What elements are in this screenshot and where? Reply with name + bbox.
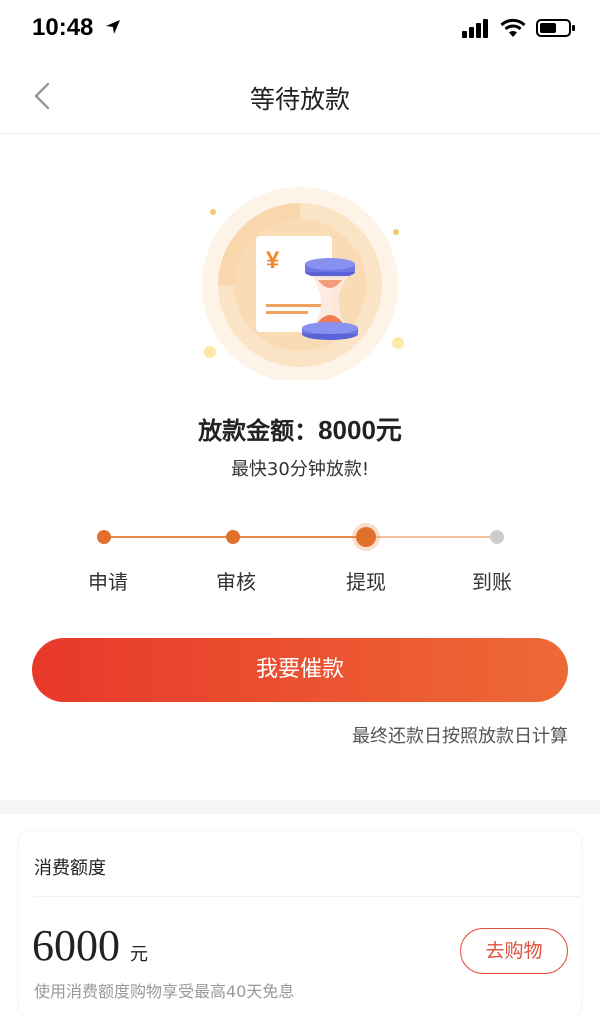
step-dot-review	[226, 530, 240, 544]
yen-icon: ¥	[266, 247, 280, 274]
signal-icon	[462, 19, 488, 38]
step-label-arrive: 到账	[472, 570, 512, 594]
step-label-apply: 申请	[88, 570, 128, 594]
progress-line-todo	[366, 536, 497, 538]
wifi-icon	[500, 18, 526, 37]
credit-title: 消费额度	[34, 858, 106, 879]
credit-description: 使用消费额度购物享受最高40天免息	[34, 982, 295, 1001]
progress-steps: 申请 审核 提现 到账	[0, 520, 600, 600]
step-dot-apply	[97, 530, 111, 544]
repayment-note: 最终还款日按照放款日计算	[352, 726, 568, 747]
section-divider	[0, 800, 600, 814]
step-label-withdraw: 提现	[346, 570, 386, 594]
go-shopping-button[interactable]: 去购物	[460, 928, 568, 974]
hourglass-document-icon: ¥	[202, 187, 404, 380]
step-dot-withdraw	[356, 527, 376, 547]
card-separator	[34, 896, 580, 897]
loan-amount-label: 放款金额：	[198, 417, 319, 445]
status-time: 10:48	[32, 14, 94, 41]
loan-subtitle: 最快30分钟放款!	[230, 459, 370, 480]
credit-amount: 6000	[32, 921, 120, 970]
loan-amount: 放款金额：8000元	[0, 410, 600, 447]
credit-card: 消费额度 6000 元 使用消费额度购物享受最高40天免息 去购物	[20, 832, 580, 1016]
status-indicators	[462, 18, 576, 38]
step-dot-arrive	[490, 530, 504, 544]
loan-amount-value: 8000元	[318, 415, 402, 445]
credit-unit: 元	[130, 944, 148, 965]
location-arrow-icon	[106, 20, 120, 34]
step-label-review: 审核	[216, 570, 256, 594]
nav-bar: 等待放款	[0, 58, 600, 134]
status-bar: 10:48	[0, 0, 600, 58]
page-title: 等待放款	[249, 85, 350, 114]
battery-icon	[536, 19, 575, 37]
urge-loan-button[interactable]: 我要催款	[32, 638, 568, 702]
